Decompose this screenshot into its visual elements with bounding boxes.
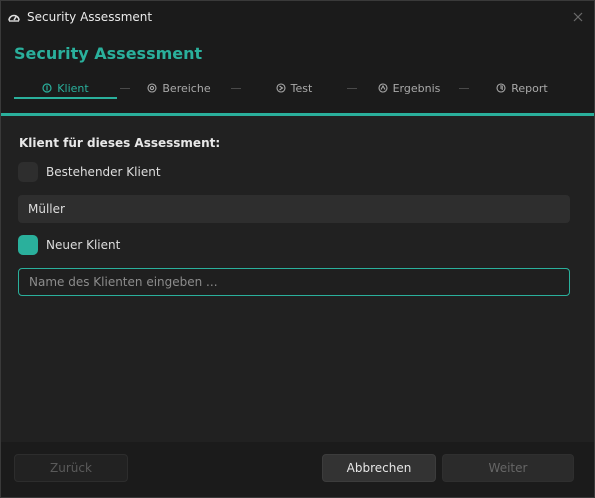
- dialog-footer: Zurück Abbrechen Weiter: [1, 442, 594, 497]
- wizard-header: Security Assessment Klient Bereiche Test…: [1, 33, 594, 113]
- step-separator: [120, 88, 130, 89]
- page-title: Security Assessment: [14, 44, 203, 63]
- step-label: Ergebnis: [392, 81, 441, 95]
- existing-client-field[interactable]: Müller: [18, 195, 570, 223]
- step-separator: [459, 88, 469, 89]
- report-icon: [496, 83, 506, 93]
- new-client-name-input[interactable]: [29, 269, 569, 295]
- step-separator: [231, 88, 241, 89]
- assessment-dialog: Security Assessment Security Assessment …: [0, 0, 595, 498]
- new-client-option[interactable]: Neuer Klient: [18, 235, 120, 255]
- result-icon: [378, 83, 388, 93]
- step-ergebnis[interactable]: Ergebnis: [367, 79, 451, 97]
- back-button[interactable]: Zurück: [14, 454, 128, 482]
- step-label: Report: [511, 81, 548, 95]
- wizard-steps: Klient Bereiche Test Ergebnis Report: [1, 79, 594, 101]
- existing-client-option[interactable]: Bestehender Klient: [18, 162, 161, 182]
- step-label: Test: [290, 81, 313, 95]
- cancel-button[interactable]: Abbrechen: [322, 454, 436, 482]
- cloud-gauge-icon: [7, 10, 21, 24]
- step-klient[interactable]: Klient: [14, 79, 117, 99]
- target-icon: [147, 83, 157, 93]
- step-report[interactable]: Report: [483, 79, 561, 97]
- close-icon[interactable]: [570, 9, 586, 25]
- step-test[interactable]: Test: [259, 79, 329, 97]
- existing-client-label: Bestehender Klient: [46, 165, 161, 179]
- new-client-radio[interactable]: [18, 235, 38, 255]
- client-form: Klient für dieses Assessment: Bestehende…: [1, 116, 594, 442]
- window-title: Security Assessment: [27, 10, 153, 24]
- test-icon: [276, 83, 286, 93]
- title-bar: Security Assessment: [1, 1, 594, 33]
- next-button[interactable]: Weiter: [442, 454, 574, 482]
- step-separator: [347, 88, 357, 89]
- new-client-label: Neuer Klient: [46, 238, 121, 252]
- step-bereiche[interactable]: Bereiche: [137, 79, 221, 97]
- shield-icon: [42, 83, 52, 93]
- new-client-input-wrapper: [18, 268, 570, 296]
- existing-client-radio[interactable]: [18, 162, 38, 182]
- section-label: Klient für dieses Assessment:: [19, 136, 221, 150]
- step-label: Klient: [57, 81, 89, 95]
- step-label: Bereiche: [162, 81, 211, 95]
